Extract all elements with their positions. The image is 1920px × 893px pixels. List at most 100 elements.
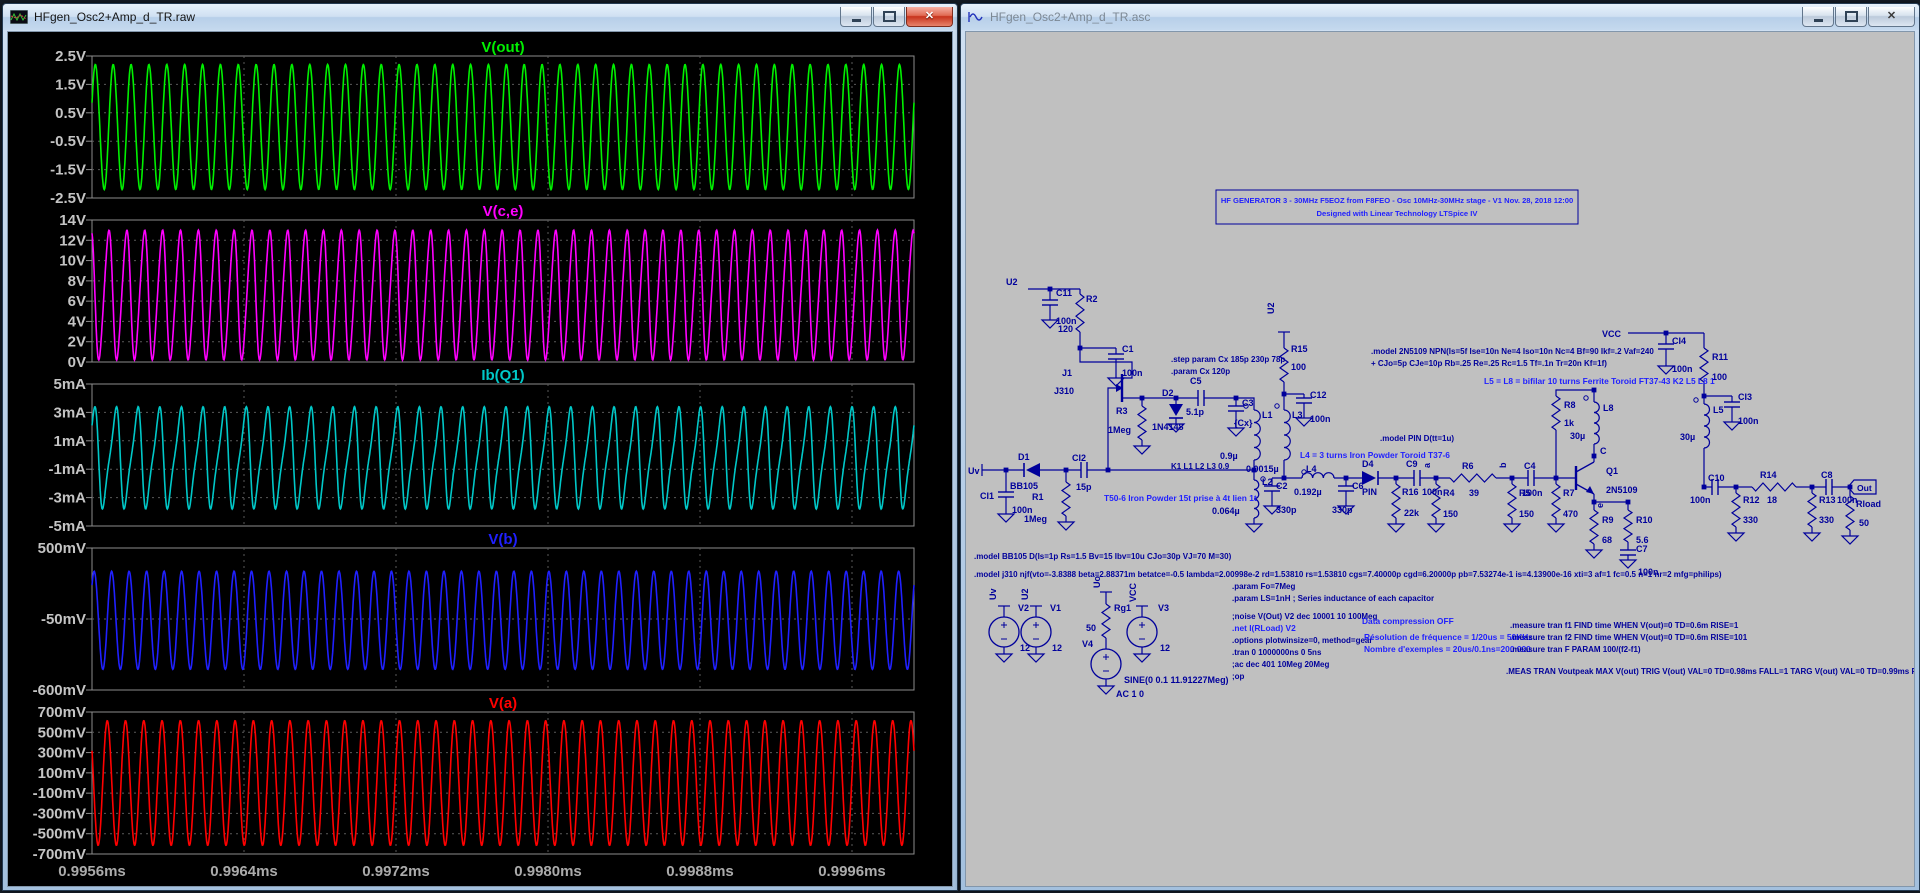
schematic-canvas-area[interactable]: HF GENERATOR 3 - 30MHz F5EOZ from F8FEO … bbox=[965, 31, 1915, 887]
ground bbox=[1134, 654, 1150, 662]
schematic-label: L8 bbox=[1603, 403, 1614, 413]
trace-V(c,e) bbox=[92, 230, 914, 360]
trace-V(out) bbox=[92, 65, 914, 190]
maximize-button[interactable] bbox=[1835, 7, 1867, 27]
schematic-label: C10 bbox=[1708, 473, 1725, 483]
schematic-label: VCC bbox=[1602, 329, 1622, 339]
schematic-label: e bbox=[1595, 503, 1605, 508]
wire bbox=[1138, 406, 1146, 440]
minimize-button[interactable] bbox=[1802, 7, 1834, 27]
schematic-label: .measure tran f1 FIND time WHEN V(out)=0… bbox=[1510, 621, 1739, 630]
ground bbox=[1134, 446, 1150, 454]
schematic-label: .model BB105 D(Is=1p Rs=1.5 Bv=15 Ibv=10… bbox=[974, 552, 1232, 561]
y-tick-label: -100mV bbox=[33, 785, 86, 802]
pane-frame bbox=[92, 548, 914, 690]
schematic-label: R16 bbox=[1402, 487, 1419, 497]
schematic-label: T50-6 Iron Powder 15t prise à 4t lien 1t bbox=[1104, 493, 1257, 503]
y-tick-label: -600mV bbox=[33, 682, 86, 699]
ground bbox=[996, 654, 1012, 662]
schematic-label: 470 bbox=[1563, 509, 1578, 519]
schematic-window: HFgen_Osc2+Amp_d_TR.asc ✕ HF GENERATOR 3… bbox=[960, 3, 1920, 891]
maximize-button[interactable] bbox=[873, 7, 905, 27]
schematic-label: R6 bbox=[1462, 461, 1474, 471]
close-icon: ✕ bbox=[925, 11, 934, 22]
schematic-label: C5 bbox=[1190, 376, 1202, 386]
schematic-label: C12 bbox=[1310, 390, 1327, 400]
schematic-label: .model j310 njf(vto=-3.8388 beta=2.88371… bbox=[974, 570, 1722, 579]
schematic-label: 12 bbox=[1160, 643, 1170, 653]
minimize-icon bbox=[852, 19, 861, 22]
schematic-label: .param Fo=7Meg bbox=[1232, 582, 1295, 591]
wire bbox=[1508, 484, 1516, 518]
y-tick-label: 2V bbox=[68, 334, 86, 351]
ground bbox=[1504, 524, 1520, 532]
schematic-label: 30µ bbox=[1570, 431, 1585, 441]
schematic-label: J310 bbox=[1054, 386, 1074, 396]
schematic-label: C11 bbox=[1056, 288, 1072, 298]
wire bbox=[1450, 474, 1496, 482]
minimize-icon bbox=[1814, 19, 1823, 22]
schematic-label: L3 bbox=[1292, 410, 1303, 420]
schematic-label: R9 bbox=[1602, 515, 1614, 525]
y-tick-label: -1mA bbox=[48, 461, 86, 478]
schematic-label: 1N4148 bbox=[1152, 422, 1184, 432]
schematic-label: C7 bbox=[1636, 544, 1648, 554]
schematic-label: 1Meg bbox=[1108, 425, 1131, 435]
waveform-canvas: V(out)2.5V1.5V0.5V-0.5V-1.5V-2.5VV(c,e)1… bbox=[8, 32, 952, 886]
junction-node bbox=[1702, 485, 1707, 490]
schematic-label: 2N5109 bbox=[1606, 485, 1638, 495]
pane-title: V(out) bbox=[481, 39, 524, 56]
schematic-label: R2 bbox=[1086, 294, 1098, 304]
y-tick-label: 700mV bbox=[38, 704, 86, 721]
junction-node bbox=[1004, 468, 1009, 473]
schematic-label: .model 2N5109 NPN(Is=5f Ise=10n Ne=4 Iso… bbox=[1371, 347, 1654, 356]
schematic-label: C9 bbox=[1406, 459, 1418, 469]
schematic-label: C1 bbox=[1122, 344, 1134, 354]
wire bbox=[1552, 484, 1560, 518]
minimize-button[interactable] bbox=[840, 7, 872, 27]
schematic-label: 5.1p bbox=[1186, 407, 1205, 417]
schematic-label: ;ac dec 401 10Meg 20Meg bbox=[1232, 660, 1329, 669]
x-tick-label: 0.9956ms bbox=[58, 863, 126, 880]
close-button[interactable]: ✕ bbox=[906, 7, 953, 27]
wire bbox=[1624, 510, 1632, 542]
ground bbox=[1728, 533, 1744, 541]
window-title: HFgen_Osc2+Amp_d_TR.asc bbox=[990, 10, 1150, 24]
schematic-label: D4 bbox=[1362, 459, 1374, 469]
ground bbox=[1028, 654, 1044, 662]
schematic-label: .param LS=1nH ; Series inductance of eac… bbox=[1232, 594, 1434, 603]
junction-node bbox=[1592, 388, 1597, 393]
trace-Ib(Q1) bbox=[92, 407, 914, 509]
schematic-icon bbox=[968, 10, 984, 24]
schematic-label: 39 bbox=[1469, 488, 1479, 498]
schematic-label: .net I(RLoad) V2 bbox=[1232, 623, 1296, 633]
schematic-label: BB105 bbox=[1010, 481, 1038, 491]
close-button[interactable]: ✕ bbox=[1868, 7, 1915, 27]
schematic-titlebar[interactable]: HFgen_Osc2+Amp_d_TR.asc ✕ bbox=[961, 4, 1919, 30]
schematic-label: Data compression OFF bbox=[1362, 616, 1454, 626]
schematic-label: ;noise V(Out) V2 dec 10001 10 100Meg bbox=[1232, 612, 1378, 621]
waveform-plot-area[interactable]: V(out)2.5V1.5V0.5V-0.5V-1.5V-2.5VV(c,e)1… bbox=[7, 31, 953, 887]
schematic-label: a bbox=[1422, 462, 1432, 468]
junction-node bbox=[1234, 396, 1239, 401]
schematic-label: 0.0015µ bbox=[1246, 464, 1279, 474]
schematic-label: .measure tran f2 FIND time WHEN V(out)=0… bbox=[1510, 633, 1748, 642]
y-tick-label: -500mV bbox=[33, 826, 86, 843]
junction-node bbox=[1106, 468, 1111, 473]
junction-node bbox=[1174, 396, 1179, 401]
schematic-label: L4 = 3 turns Iron Powder Toroid T37-6 bbox=[1300, 450, 1450, 460]
phase-dot bbox=[1584, 396, 1588, 400]
ground bbox=[1842, 536, 1858, 544]
waveform-plot-icon bbox=[10, 10, 28, 24]
y-tick-label: 0.5V bbox=[55, 105, 86, 122]
y-tick-label: -0.5V bbox=[50, 133, 86, 150]
schematic-label: Uo bbox=[1092, 576, 1102, 588]
schematic-label: 1k bbox=[1564, 418, 1575, 428]
wire bbox=[1392, 484, 1400, 518]
schematic-label: CI4 bbox=[1672, 336, 1686, 346]
schematic-label: U2 bbox=[1020, 588, 1030, 600]
schematic-label: 0.064µ bbox=[1212, 506, 1240, 516]
voltage-source bbox=[1127, 617, 1157, 647]
waveform-titlebar[interactable]: HFgen_Osc2+Amp_d_TR.raw ✕ bbox=[3, 4, 957, 30]
y-tick-label: 5mA bbox=[53, 376, 86, 393]
